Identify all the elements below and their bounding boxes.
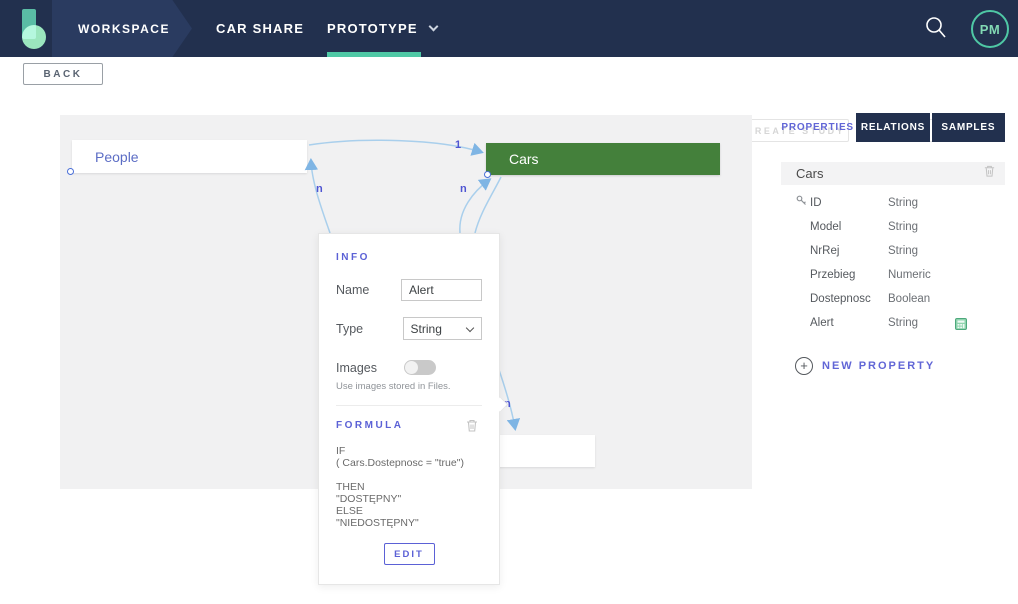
- property-type: String: [888, 317, 918, 329]
- images-toggle[interactable]: [404, 360, 436, 375]
- property-name: ID: [810, 197, 888, 209]
- type-select[interactable]: String: [403, 317, 482, 340]
- breadcrumb-workspace[interactable]: WORKSPACE: [52, 0, 192, 57]
- new-property-button[interactable]: + NEW PROPERTY: [781, 357, 1005, 375]
- entity-people[interactable]: People: [72, 140, 307, 173]
- chevron-down-icon: [466, 324, 474, 332]
- images-hint: Use images stored in Files.: [336, 381, 482, 392]
- selected-entity-header: Cars: [781, 162, 1005, 185]
- formula-line: "DOSTĘPNY": [336, 493, 482, 505]
- type-select-value: String: [411, 322, 442, 336]
- property-row-dostepnosc[interactable]: Dostepnosc Boolean: [781, 287, 1005, 311]
- images-field-label: Images: [336, 361, 404, 375]
- property-name: NrRej: [810, 245, 888, 257]
- formula-line: IF: [336, 445, 482, 457]
- formula-line: ( Cars.Dostepnosc = "true"): [336, 457, 482, 469]
- property-name: Przebieg: [810, 269, 888, 281]
- property-type: Numeric: [888, 269, 931, 281]
- property-name: Dostepnosc: [810, 293, 888, 305]
- property-row-id[interactable]: ID String: [781, 191, 1005, 215]
- entity-cars[interactable]: Cars: [486, 143, 720, 175]
- property-row-alert[interactable]: Alert String: [781, 311, 1005, 335]
- search-icon[interactable]: [923, 15, 949, 41]
- property-editor-popup: INFO Name Type String Images Use images …: [318, 233, 500, 585]
- property-row-nrrej[interactable]: NrRej String: [781, 239, 1005, 263]
- property-name: Alert: [810, 317, 888, 329]
- delete-entity-trash-icon[interactable]: [983, 164, 996, 183]
- logo-circle: [22, 25, 46, 49]
- property-row-przebieg[interactable]: Przebieg Numeric: [781, 263, 1005, 287]
- entity-cars-label: Cars: [509, 151, 539, 167]
- plus-icon: +: [795, 357, 813, 375]
- back-button[interactable]: BACK: [23, 63, 103, 85]
- breadcrumb-project[interactable]: CAR SHARE: [216, 0, 304, 57]
- project-label: CAR SHARE: [216, 21, 304, 36]
- edit-formula-button[interactable]: EDIT: [384, 543, 435, 565]
- relation-label-n-cars[interactable]: n: [460, 183, 467, 195]
- info-section: INFO Name Type String Images Use images …: [319, 234, 499, 406]
- tab-samples[interactable]: SAMPLES: [932, 113, 1005, 142]
- property-type: String: [888, 197, 918, 209]
- delete-formula-trash-icon[interactable]: [465, 418, 479, 438]
- formula-text: IF ( Cars.Dostepnosc = "true") THEN "DOS…: [336, 445, 482, 529]
- name-input[interactable]: [401, 279, 482, 301]
- formula-line: THEN: [336, 481, 482, 493]
- port-cars[interactable]: [484, 171, 491, 178]
- info-section-title: INFO: [336, 252, 482, 263]
- app-window: WORKSPACE CAR SHARE PROTOTYPE PM BACK + …: [0, 0, 1018, 604]
- selected-entity-name: Cars: [796, 166, 823, 181]
- entity-people-label: People: [95, 149, 139, 165]
- name-field-label: Name: [336, 283, 401, 297]
- section-label: PROTOTYPE: [327, 21, 418, 36]
- user-avatar[interactable]: PM: [971, 10, 1009, 48]
- port-people[interactable]: [67, 168, 74, 175]
- avatar-initials: PM: [980, 22, 1001, 37]
- tab-relations[interactable]: RELATIONS: [856, 113, 929, 142]
- property-row-model[interactable]: Model String: [781, 215, 1005, 239]
- property-name: Model: [810, 221, 888, 233]
- sidebar-tabs: PROPERTIES RELATIONS SAMPLES: [781, 113, 1005, 142]
- tab-properties[interactable]: PROPERTIES: [781, 113, 854, 142]
- workspace-label: WORKSPACE: [52, 22, 170, 36]
- breadcrumb-section-prototype[interactable]: PROTOTYPE: [327, 0, 437, 57]
- formula-calculator-icon[interactable]: [955, 317, 967, 335]
- brand-logo-icon[interactable]: [16, 9, 58, 49]
- primary-key-icon: [796, 194, 808, 212]
- formula-section: FORMULA IF ( Cars.Dostepnosc = "true") T…: [319, 406, 499, 565]
- toolbar: BACK + 100% CREATE STUDY SHARE: [0, 57, 1018, 110]
- top-nav: WORKSPACE CAR SHARE PROTOTYPE PM: [0, 0, 1018, 57]
- property-type: String: [888, 221, 918, 233]
- property-type: String: [888, 245, 918, 257]
- formula-line: ELSE: [336, 505, 482, 517]
- relation-label-1[interactable]: 1: [455, 139, 461, 151]
- right-sidebar: PROPERTIES RELATIONS SAMPLES Cars: [781, 113, 1005, 375]
- formula-section-title: FORMULA: [336, 420, 482, 431]
- property-list: ID String Model String NrRej String Prze…: [781, 191, 1005, 335]
- relation-label-n-people[interactable]: n: [316, 183, 323, 195]
- formula-line: "NIEDOSTĘPNY": [336, 517, 482, 529]
- property-type: Boolean: [888, 293, 930, 305]
- type-field-label: Type: [336, 322, 403, 336]
- toggle-knob: [405, 361, 418, 374]
- chevron-down-icon: [428, 22, 438, 32]
- new-property-label: NEW PROPERTY: [822, 360, 935, 372]
